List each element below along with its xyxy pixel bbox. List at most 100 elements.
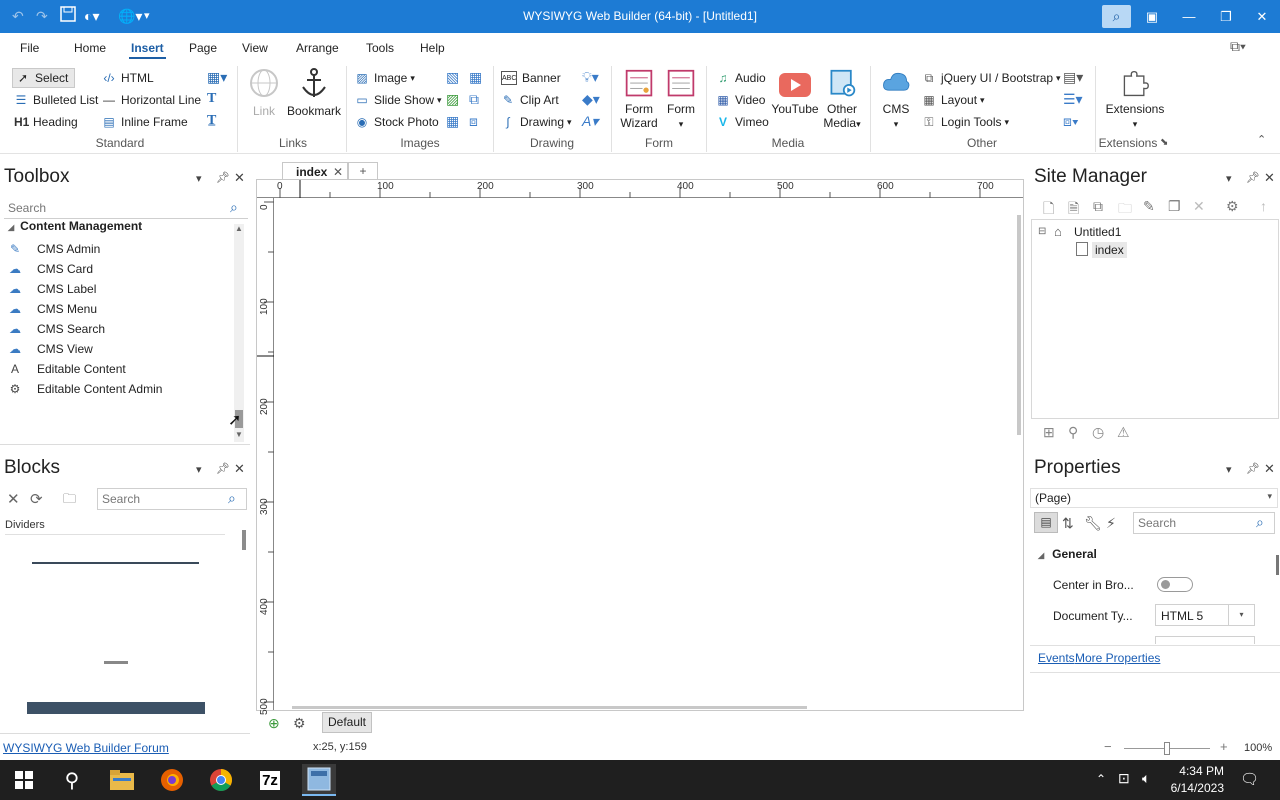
zoom-slider-thumb[interactable] [1164,742,1170,755]
list-item[interactable]: A Editable Content [0,359,230,379]
menu-view[interactable]: View [242,41,268,55]
properties-pin-icon[interactable]: 📌︎ [1246,462,1260,475]
events-icon[interactable]: ⚡︎ [1106,515,1116,532]
list-item[interactable]: ☁ CMS Label [0,279,230,299]
thumbnail-icon[interactable]: ▦ [446,113,459,130]
pin-icon[interactable]: ⚲ [1068,424,1078,441]
tree-collapse-icon[interactable]: ⊟ [1038,226,1046,237]
stock-photo-tool[interactable]: ◉ Stock Photo [355,113,439,131]
dialog-launcher-icon[interactable]: ⬊ [1160,137,1168,148]
list-item[interactable]: ☁ CMS Menu [0,299,230,319]
menu-file[interactable]: File [20,41,39,55]
7zip-icon[interactable]: 7z [253,764,287,796]
image-tool[interactable]: ▨ Image ▾ [355,69,415,87]
clear-icon[interactable]: ✕ [7,490,20,508]
properties-menu-icon[interactable]: ▾ [1226,463,1232,476]
wysiwyg-app-icon[interactable] [302,764,336,796]
site-manager-menu-icon[interactable]: ▾ [1226,172,1232,185]
options-icon[interactable]: ⧉▾ [1230,38,1246,55]
lightbulb-icon[interactable]: 💡︎▾ [582,69,599,86]
add-master-icon[interactable]: ⊕ [268,715,280,732]
zoom-in-icon[interactable]: + [1220,739,1228,754]
photo-gallery-icon[interactable]: ▧ [446,69,459,86]
jquery-tool[interactable]: ⧉ jQuery UI / Bootstrap ▾ [922,69,1061,87]
blocks-search-input[interactable]: Search [97,488,247,510]
page-template-icon[interactable]: ⧉ [1093,198,1103,215]
center-toggle[interactable] [1157,577,1193,592]
video-tool[interactable]: ▦ Video [716,91,765,109]
menu-tools[interactable]: Tools [366,41,394,55]
clock-date[interactable]: 6/14/2023 [1162,781,1224,795]
bulleted-list-tool[interactable]: ☰ Bulleted List [14,91,99,109]
select-tool[interactable]: ➚ Select [12,68,76,88]
search-icon[interactable]: ⌕ [1102,5,1131,28]
properties-search-icon[interactable]: ⌕ [1256,514,1264,531]
events-link[interactable]: Events [1038,651,1075,665]
list-item[interactable]: ⚙ Editable Content Admin [0,379,230,399]
audio-tool[interactable]: ♫ Audio [716,69,766,87]
tree-page-index[interactable]: index [1092,242,1127,258]
text-icon[interactable]: T [207,91,216,107]
login-tools-tool[interactable]: ⚿ Login Tools ▾ [922,113,1009,131]
categorized-icon[interactable]: ▤ [1034,512,1058,533]
windows-start-icon[interactable] [7,764,41,796]
move-up-icon[interactable]: ↑ [1260,198,1267,214]
tab-index[interactable]: index ✕ [282,162,348,180]
menu-arrange[interactable]: Arrange [296,41,339,55]
form-wizard-tool[interactable]: Form Wizard [618,69,660,130]
edit-page-icon[interactable]: ✎ [1143,198,1155,215]
tree-root[interactable]: Untitled1 [1074,225,1121,239]
cms-tool[interactable]: CMS ▾ [876,69,916,130]
html-tool[interactable]: ‹/› HTML [102,69,153,87]
menu-help[interactable]: Help [420,41,445,55]
toolbox-close-icon[interactable]: ✕ [234,170,245,186]
volume-icon[interactable]: 🔈︎ [1142,770,1150,787]
toolbox-menu-icon[interactable]: ▾ [196,172,202,185]
divider-block-preview[interactable] [27,702,205,714]
textbox-icon[interactable]: T̲ [207,113,216,129]
table-icon[interactable]: ▦▾ [207,69,227,86]
refresh-icon[interactable]: ⟳ [30,490,43,508]
properties-search-input[interactable]: Search [1133,512,1275,534]
menu-page[interactable]: Page [189,41,217,55]
search-taskbar-icon[interactable]: ⚲ [55,764,89,796]
more-properties-link[interactable]: More Properties [1075,651,1160,665]
panel-tool-icon[interactable]: ⧈▾ [1063,113,1079,130]
minimize-button[interactable]: — [1171,0,1207,33]
misc-tool-icon[interactable]: ▤▾ [1063,69,1083,86]
close-tab-icon[interactable]: ✕ [333,165,343,179]
site-manager-close-icon[interactable]: ✕ [1264,170,1275,186]
collapse-ribbon-icon[interactable]: ⌃ [1257,133,1266,146]
vimeo-tool[interactable]: V Vimeo [716,113,769,131]
blocks-scrollbar[interactable] [242,530,246,550]
object-selector[interactable]: (Page) ▾ [1030,488,1278,508]
extensions-tool[interactable]: Extensions ▾ [1104,69,1166,130]
blocks-menu-icon[interactable]: ▾ [196,463,202,476]
canvas-vscrollbar[interactable] [1017,215,1021,435]
text-art-icon[interactable]: A▾ [582,113,598,130]
site-manager-pin-icon[interactable]: 📌︎ [1246,171,1260,184]
show-hidden-icons[interactable]: ⌃ [1096,772,1106,786]
history-icon[interactable]: ◷ [1092,424,1104,441]
close-button[interactable]: ✕ [1244,0,1280,33]
toolbox-search-input[interactable]: Search [4,197,248,219]
image-map-icon[interactable]: ⧉ [469,91,479,108]
divider-block-preview[interactable] [32,562,199,564]
folder-icon[interactable]: 🗀 [63,490,76,512]
toolbox-pin-icon[interactable]: 📌︎ [216,171,230,184]
bookmark-tool[interactable]: Bookmark [287,67,341,118]
network-icon[interactable]: ⊡ [1118,770,1130,787]
list-item[interactable]: ☁ CMS Card [0,259,230,279]
menu-tool-icon[interactable]: ☰▾ [1063,91,1083,108]
horizontal-line-tool[interactable]: — Horizontal Line [102,91,201,109]
youtube-tool[interactable]: YouTube [771,71,819,116]
sort-az-icon[interactable]: ⇅ [1062,515,1074,532]
wrench-icon[interactable]: 🔧︎ [1084,515,1102,532]
menu-home[interactable]: Home [74,41,106,55]
design-canvas[interactable] [275,199,1020,707]
image-compare-icon[interactable]: ⧈ [469,113,478,130]
clone-page-icon[interactable]: ❐ [1168,198,1181,215]
properties-scrollbar[interactable] [1276,555,1279,575]
heading-tool[interactable]: H1 Heading [14,113,78,131]
blocks-close-icon[interactable]: ✕ [234,461,245,477]
